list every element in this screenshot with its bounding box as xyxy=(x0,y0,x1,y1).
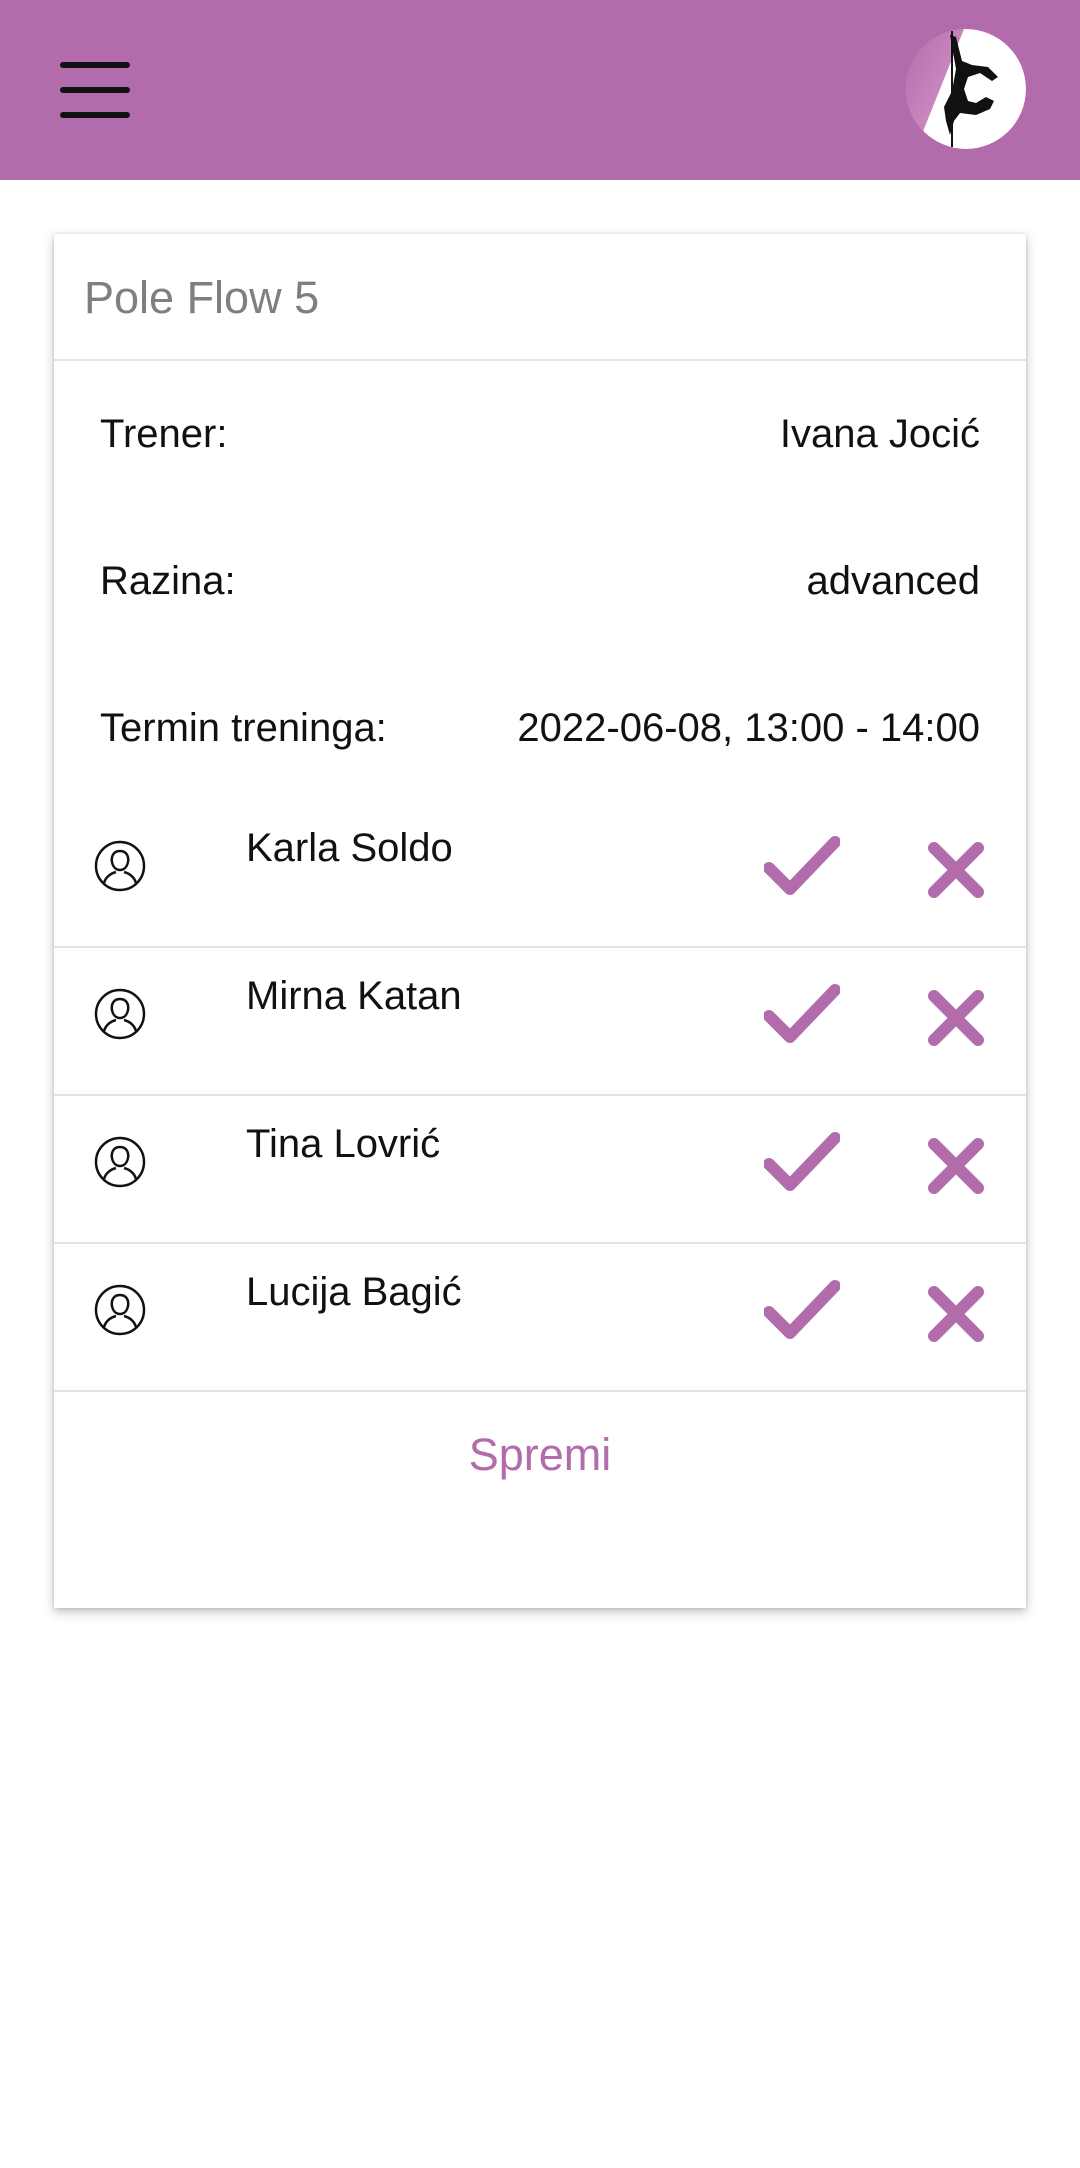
menu-line xyxy=(60,112,130,118)
checkmark-icon[interactable] xyxy=(764,982,840,1046)
participant-name: Tina Lovrić xyxy=(246,1122,441,1166)
pole-dancer-logo-icon[interactable] xyxy=(906,29,1026,149)
trainer-value: Ivana Jocić xyxy=(779,412,980,456)
card-title: Pole Flow 5 xyxy=(84,272,320,323)
schedule-value: 2022-06-08, 13:00 - 14:00 xyxy=(517,706,980,750)
divider xyxy=(54,1390,1026,1392)
checkmark-icon[interactable] xyxy=(764,1278,840,1342)
close-icon[interactable] xyxy=(928,990,984,1046)
user-outline-icon xyxy=(94,1136,146,1188)
participant-name: Karla Soldo xyxy=(246,826,453,870)
checkmark-icon[interactable] xyxy=(764,834,840,898)
training-card: Pole Flow 5 Trener: Ivana Jocić Razina: … xyxy=(54,234,1026,1608)
user-outline-icon xyxy=(94,988,146,1040)
participant-row: Mirna Katan xyxy=(54,948,1026,1096)
user-outline-icon xyxy=(94,840,146,892)
level-value: advanced xyxy=(806,559,980,603)
participant-row: Lucija Bagić xyxy=(54,1244,1026,1392)
level-label: Razina: xyxy=(100,559,236,603)
participant-row: Tina Lovrić xyxy=(54,1096,1026,1244)
close-icon[interactable] xyxy=(928,842,984,898)
save-button[interactable]: Spremi xyxy=(54,1400,1026,1510)
checkmark-icon[interactable] xyxy=(764,1130,840,1194)
trainer-label: Trener: xyxy=(100,412,228,456)
app-header xyxy=(0,0,1080,180)
participant-name: Lucija Bagić xyxy=(246,1270,462,1314)
close-icon[interactable] xyxy=(928,1138,984,1194)
schedule-label: Termin treninga: xyxy=(100,706,387,750)
menu-line xyxy=(60,87,130,93)
close-icon[interactable] xyxy=(928,1286,984,1342)
menu-line xyxy=(60,62,130,68)
user-outline-icon xyxy=(94,1284,146,1336)
participant-name: Mirna Katan xyxy=(246,974,462,1018)
hamburger-menu-button[interactable] xyxy=(54,56,136,124)
participant-row: Karla Soldo xyxy=(54,800,1026,948)
divider xyxy=(54,359,1026,361)
